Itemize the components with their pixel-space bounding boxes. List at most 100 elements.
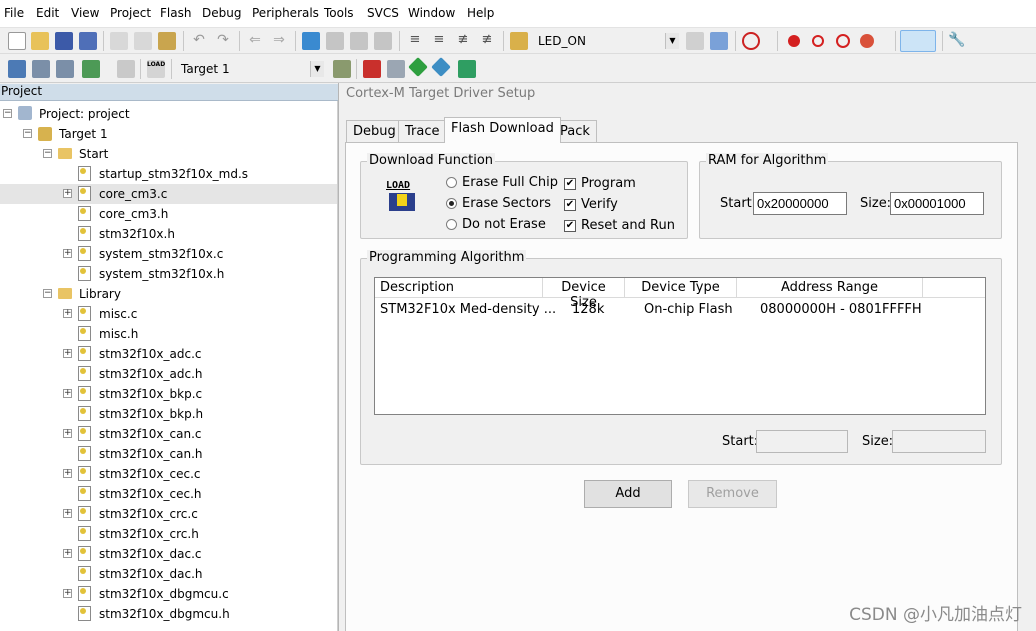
tree-file[interactable]: misc.h — [0, 324, 337, 344]
menu-flash[interactable]: Flash — [160, 6, 191, 20]
undo-icon[interactable]: ↶ — [190, 32, 208, 50]
tab-trace[interactable]: Trace — [398, 120, 447, 142]
expand-icon[interactable]: + — [63, 349, 72, 358]
unindent-icon[interactable]: ≡ — [430, 32, 448, 50]
collapse-icon[interactable]: − — [3, 109, 12, 118]
indent-icon[interactable]: ≡ — [406, 32, 424, 50]
breakpoint-disable-icon[interactable] — [812, 35, 824, 47]
reset-and-run-label[interactable]: Reset and Run — [581, 218, 675, 233]
breakpoint-icon[interactable] — [788, 35, 800, 47]
select-packs-icon[interactable] — [431, 57, 451, 77]
collapse-icon[interactable]: − — [43, 149, 52, 158]
tree-file[interactable]: + stm32f10x_dbgmcu.c — [0, 584, 337, 604]
new-file-icon[interactable] — [8, 32, 26, 50]
tree-file[interactable]: stm32f10x_cec.h — [0, 484, 337, 504]
bookmark-clear-icon[interactable] — [374, 32, 392, 50]
tree-file[interactable]: stm32f10x_can.h — [0, 444, 337, 464]
nav-forward-icon[interactable]: ⇒ — [270, 32, 288, 50]
bookmark-prev-icon[interactable] — [326, 32, 344, 50]
column-address-range[interactable]: Address Range — [737, 278, 923, 298]
expand-icon[interactable]: + — [63, 469, 72, 478]
tree-file[interactable]: stm32f10x.h — [0, 224, 337, 244]
menu-window[interactable]: Window — [408, 6, 455, 20]
find-combo[interactable]: LED_ON ▼ — [533, 31, 681, 51]
tree-file[interactable]: stm32f10x_bkp.h — [0, 404, 337, 424]
reset-and-run-checkbox[interactable]: ✔ — [564, 220, 576, 232]
open-folder-icon[interactable] — [31, 32, 49, 50]
tree-file[interactable]: + core_cm3.c — [0, 184, 337, 204]
verify-label[interactable]: Verify — [581, 197, 618, 212]
program-checkbox[interactable]: ✔ — [564, 178, 576, 190]
tree-file[interactable]: + misc.c — [0, 304, 337, 324]
chevron-down-icon[interactable]: ▼ — [310, 61, 324, 77]
erase-sectors-label[interactable]: Erase Sectors — [462, 196, 551, 211]
download-load-icon[interactable]: LOAD — [147, 60, 165, 78]
redo-icon[interactable]: ↷ — [214, 32, 232, 50]
target-select[interactable]: Target 1 ▼ — [176, 59, 326, 79]
erase-full-chip-radio[interactable] — [446, 177, 457, 188]
stop-build-icon[interactable] — [117, 60, 135, 78]
tree-file[interactable]: + stm32f10x_cec.c — [0, 464, 337, 484]
find-icon[interactable] — [686, 32, 704, 50]
expand-icon[interactable]: + — [63, 189, 72, 198]
tab-debug[interactable]: Debug — [346, 120, 403, 142]
ram-start-input[interactable] — [753, 192, 847, 215]
tree-group-library[interactable]: − Library — [0, 284, 337, 304]
expand-icon[interactable]: + — [63, 389, 72, 398]
menu-svcs[interactable]: SVCS — [367, 6, 399, 20]
tree-file[interactable]: + system_stm32f10x.c — [0, 244, 337, 264]
bookmark-icon[interactable] — [302, 32, 320, 50]
save-all-icon[interactable] — [79, 32, 97, 50]
pack-installer-icon[interactable] — [408, 57, 428, 77]
column-description[interactable]: Description — [375, 278, 543, 298]
menu-help[interactable]: Help — [467, 6, 494, 20]
erase-full-chip-label[interactable]: Erase Full Chip — [462, 175, 558, 190]
comment-icon[interactable]: ≢ — [454, 32, 472, 50]
tree-file[interactable]: stm32f10x_adc.h — [0, 364, 337, 384]
do-not-erase-radio[interactable] — [446, 219, 457, 230]
do-not-erase-label[interactable]: Do not Erase — [462, 217, 546, 232]
configure-icon[interactable]: 🔧 — [948, 32, 966, 50]
tree-file[interactable]: stm32f10x_dac.h — [0, 564, 337, 584]
tree-file[interactable]: system_stm32f10x.h — [0, 264, 337, 284]
expand-icon[interactable]: + — [63, 509, 72, 518]
breakpoint-disable-all-icon[interactable] — [836, 34, 850, 48]
add-button[interactable]: Add — [584, 480, 672, 508]
tree-file[interactable]: core_cm3.h — [0, 204, 337, 224]
ram-size-input[interactable] — [890, 192, 984, 215]
breakpoint-kill-all-icon[interactable] — [860, 34, 874, 48]
file-extensions-icon[interactable] — [387, 60, 405, 78]
batch-build-icon[interactable] — [82, 60, 100, 78]
chevron-down-icon[interactable]: ▼ — [665, 33, 679, 49]
tree-file[interactable]: + stm32f10x_can.c — [0, 424, 337, 444]
expand-icon[interactable]: + — [63, 249, 72, 258]
paste-icon[interactable] — [158, 32, 176, 50]
column-device-size[interactable]: Device Size — [543, 278, 625, 310]
copy-icon[interactable] — [134, 32, 152, 50]
incremental-find-icon[interactable] — [710, 32, 728, 50]
algo-size-input[interactable] — [892, 430, 986, 453]
expand-icon[interactable]: + — [63, 549, 72, 558]
debug-session-icon[interactable] — [742, 32, 760, 50]
erase-sectors-radio[interactable] — [446, 198, 457, 209]
nav-back-icon[interactable]: ⇐ — [246, 32, 264, 50]
menu-tools[interactable]: Tools — [324, 6, 354, 20]
tree-file[interactable]: stm32f10x_dbgmcu.h — [0, 604, 337, 624]
collapse-icon[interactable]: − — [23, 129, 32, 138]
menu-peripherals[interactable]: Peripherals — [252, 6, 319, 20]
column-device-type[interactable]: Device Type — [625, 278, 737, 298]
build-icon[interactable] — [32, 60, 50, 78]
tree-file[interactable]: startup_stm32f10x_md.s — [0, 164, 337, 184]
algorithm-list[interactable]: Description Device Size Device Type Addr… — [374, 277, 986, 415]
menu-debug[interactable]: Debug — [202, 6, 241, 20]
algo-start-input[interactable] — [756, 430, 848, 453]
tree-file[interactable]: stm32f10x_crc.h — [0, 524, 337, 544]
tree-file[interactable]: + stm32f10x_dac.c — [0, 544, 337, 564]
menu-project[interactable]: Project — [110, 6, 151, 20]
table-row[interactable]: STM32F10x Med-density ... 128k On-chip F… — [375, 300, 985, 320]
tab-flash-download[interactable]: Flash Download — [444, 117, 561, 143]
save-icon[interactable] — [55, 32, 73, 50]
expand-icon[interactable]: + — [63, 309, 72, 318]
menu-edit[interactable]: Edit — [36, 6, 59, 20]
manage-project-icon[interactable] — [363, 60, 381, 78]
